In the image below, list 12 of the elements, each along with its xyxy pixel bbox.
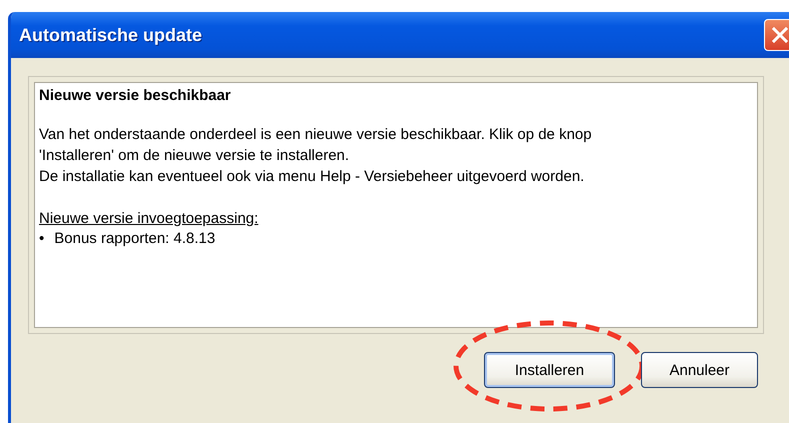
list-heading: Nieuwe versie invoegtoepassing: xyxy=(39,209,260,229)
message-text: Van het onderstaande onderdeel is een nieuwe versie beschikbaar. Klik op de knop xyxy=(39,125,593,145)
message-text: 'Installeren' om de nieuwe versie te installeren. xyxy=(39,146,350,166)
install-button[interactable]: Installeren xyxy=(484,352,615,388)
bullet-icon: • xyxy=(39,229,44,249)
message-text: De installatie kan eventueel ook via menu Help - Versiebeheer uitgevoerd worden. xyxy=(39,167,586,187)
panel-heading: Nieuwe versie beschikbaar xyxy=(39,87,232,104)
close-button[interactable] xyxy=(764,19,789,51)
window-title: Automatische update xyxy=(19,24,202,46)
list-item-text: Bonus rapporten: 4.8.13 xyxy=(54,229,216,249)
cancel-button[interactable]: Annuleer xyxy=(641,352,758,388)
close-icon xyxy=(771,26,789,44)
